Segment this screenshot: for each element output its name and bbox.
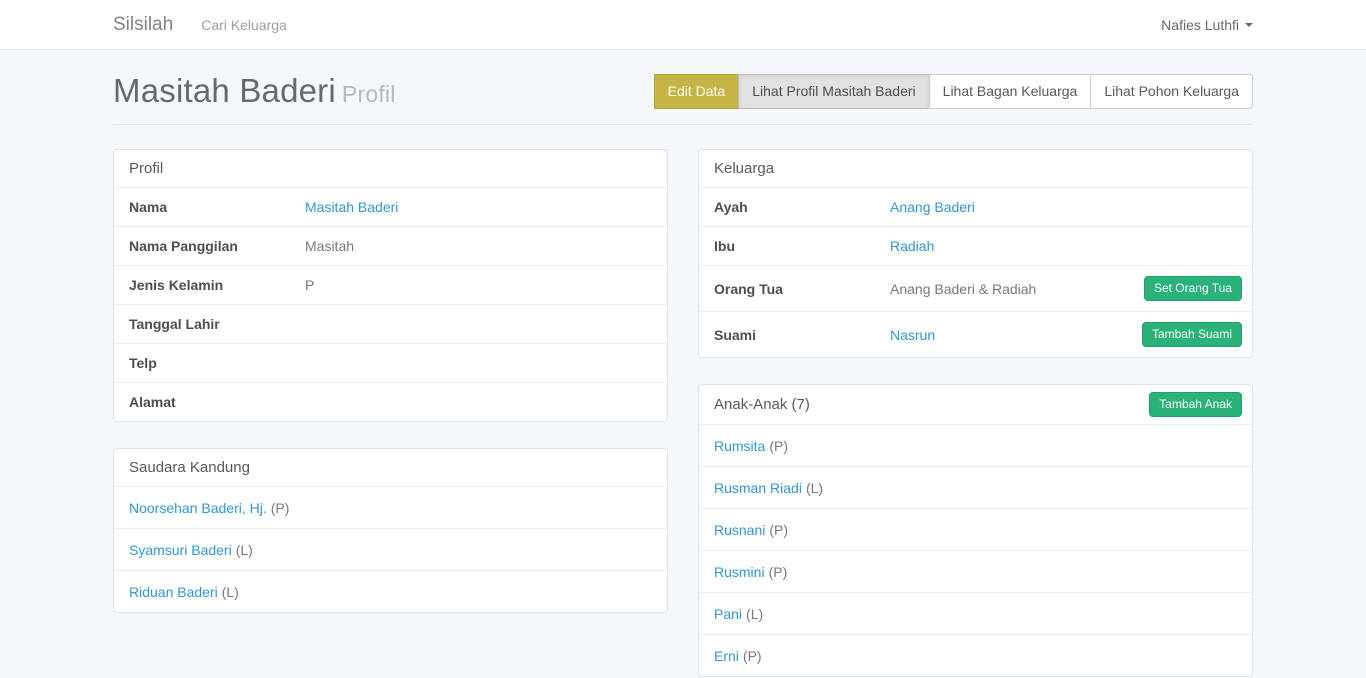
page-subtitle: Profil (342, 81, 396, 107)
keluarga-row: Suami Nasrun Tambah Suami (699, 311, 1252, 357)
field-value[interactable]: Radiah (890, 238, 934, 254)
panel-profil-title: Profil (129, 160, 163, 177)
navbar: Silsilah Cari Keluarga Nafies Luthfi (0, 0, 1366, 50)
child-name-link[interactable]: Pani (714, 606, 742, 622)
panel-saudara-kandung: Saudara Kandung Noorsehan Baderi, Hj.(P) (113, 448, 668, 613)
panel-keluarga: Keluarga Ayah Anang Baderi (698, 149, 1253, 358)
gender-label: (P) (769, 564, 788, 580)
keluarga-row: Orang Tua Anang Baderi & Radiah Set Oran… (699, 265, 1252, 311)
field-label: Alamat (122, 394, 305, 410)
field-value: Masitah (305, 238, 354, 254)
person-name: Masitah Baderi (113, 72, 336, 109)
gender-label: (L) (222, 584, 239, 600)
panel-keluarga-heading: Keluarga (699, 150, 1252, 187)
caret-down-icon (1245, 23, 1253, 27)
panel-profil-heading: Profil (114, 150, 667, 187)
panel-profil: Profil Nama Masitah Baderi Nama Panggi (113, 149, 668, 422)
field-label: Nama (122, 199, 305, 215)
row-action-button[interactable]: Tambah Suami (1142, 322, 1242, 347)
field-label: Tanggal Lahir (122, 316, 305, 332)
child-name-link[interactable]: Rusnani (714, 522, 765, 538)
row-action-button[interactable]: Set Orang Tua (1144, 276, 1242, 301)
child-name-link[interactable]: Rusmini (714, 564, 765, 580)
keluarga-row: Ayah Anang Baderi (699, 187, 1252, 226)
field-value: P (305, 277, 314, 293)
page-title: Masitah BaderiProfil (113, 72, 396, 110)
profile-action-group: Edit Data Lihat Profil Masitah Baderi Li… (655, 74, 1253, 109)
field-label: Telp (122, 355, 305, 371)
keluarga-row: Ibu Radiah (699, 226, 1252, 265)
child-row: Rumsita(P) (699, 424, 1252, 466)
brand-silsilah[interactable]: Silsilah (113, 14, 173, 36)
child-row: Rusnani(P) (699, 508, 1252, 550)
profil-row: Nama Masitah Baderi (114, 187, 667, 226)
field-value[interactable]: Masitah Baderi (305, 199, 398, 215)
gender-label: (P) (769, 522, 788, 538)
field-label: Ibu (707, 238, 890, 254)
panel-saudara-heading: Saudara Kandung (114, 449, 667, 486)
sibling-name-link[interactable]: Noorsehan Baderi, Hj. (129, 500, 267, 516)
field-value[interactable]: Nasrun (890, 327, 935, 343)
profile-action-button[interactable]: Lihat Bagan Keluarga (929, 74, 1092, 109)
field-label: Jenis Kelamin (122, 277, 305, 293)
gender-label: (P) (743, 648, 762, 664)
field-label: Orang Tua (707, 281, 890, 297)
panel-anak-title: Anak-Anak (7) (714, 396, 810, 413)
profil-row: Nama Panggilan Masitah (114, 226, 667, 265)
profil-row: Tanggal Lahir (114, 304, 667, 343)
sibling-row: Riduan Baderi(L) (114, 570, 667, 612)
field-label: Ayah (707, 199, 890, 215)
child-name-link[interactable]: Rusman Riadi (714, 480, 802, 496)
child-name-link[interactable]: Rumsita (714, 438, 765, 454)
profil-row: Jenis Kelamin P (114, 265, 667, 304)
profil-row: Telp (114, 343, 667, 382)
child-row: Rusman Riadi(L) (699, 466, 1252, 508)
sibling-row: Syamsuri Baderi(L) (114, 528, 667, 570)
profile-action-button[interactable]: Lihat Profil Masitah Baderi (738, 74, 929, 109)
gender-label: (P) (271, 500, 290, 516)
child-name-link[interactable]: Erni (714, 648, 739, 664)
gender-label: (P) (769, 438, 788, 454)
sibling-name-link[interactable]: Syamsuri Baderi (129, 542, 232, 558)
gender-label: (L) (746, 606, 763, 622)
panel-anak-heading: Anak-Anak (7) Tambah Anak (699, 385, 1252, 424)
field-label: Suami (707, 327, 890, 343)
panel-keluarga-title: Keluarga (714, 160, 774, 177)
child-row: Rusmini(P) (699, 550, 1252, 592)
field-label: Nama Panggilan (122, 238, 305, 254)
profile-action-button[interactable]: Lihat Pohon Keluarga (1090, 74, 1253, 109)
gender-label: (L) (236, 542, 253, 558)
user-menu[interactable]: Nafies Luthfi (1161, 17, 1253, 33)
field-value: Anang Baderi & Radiah (890, 281, 1036, 297)
user-name: Nafies Luthfi (1161, 17, 1239, 33)
tambah-anak-button[interactable]: Tambah Anak (1149, 392, 1242, 417)
nav-cari-keluarga[interactable]: Cari Keluarga (201, 17, 287, 33)
field-value[interactable]: Anang Baderi (890, 199, 975, 215)
child-row: Erni(P) (699, 634, 1252, 676)
panel-saudara-title: Saudara Kandung (129, 459, 250, 476)
gender-label: (L) (806, 480, 823, 496)
profile-action-button[interactable]: Edit Data (654, 74, 740, 109)
profil-row: Alamat (114, 382, 667, 421)
child-row: Pani(L) (699, 592, 1252, 634)
panel-anak-anak: Anak-Anak (7) Tambah Anak Rumsita(P) (698, 384, 1253, 677)
title-divider (113, 124, 1253, 125)
sibling-name-link[interactable]: Riduan Baderi (129, 584, 218, 600)
sibling-row: Noorsehan Baderi, Hj.(P) (114, 486, 667, 528)
